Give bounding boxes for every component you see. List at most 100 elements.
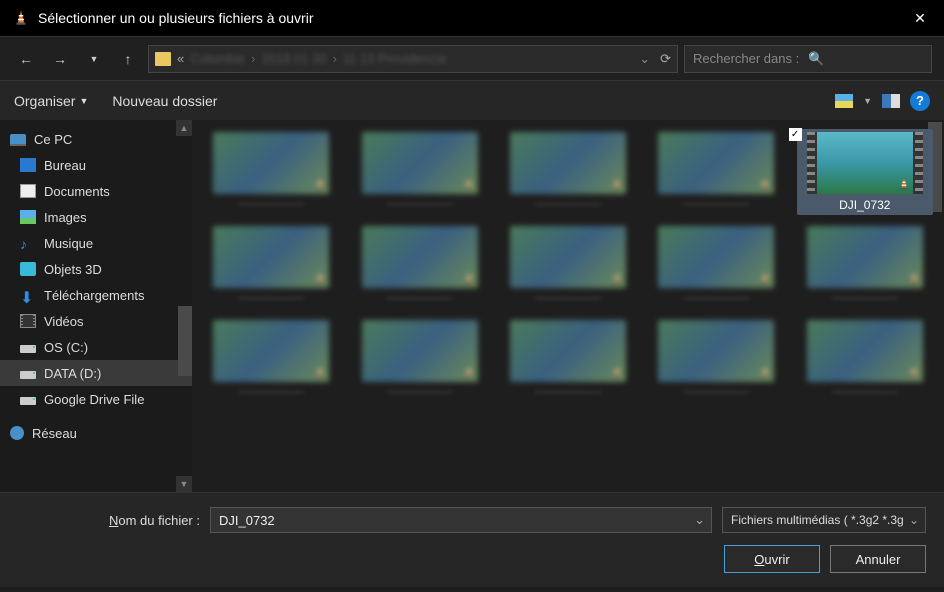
vlc-badge-icon [610, 270, 624, 286]
file-thumb[interactable]: —————— [651, 320, 781, 400]
breadcrumb[interactable]: « Colombie › 2018 01 30 › 11 13 Providen… [148, 45, 678, 73]
help-button[interactable]: ? [910, 91, 930, 111]
search-input[interactable]: Rechercher dans : 🔍 [684, 45, 932, 73]
vlc-badge-icon [313, 270, 327, 286]
file-thumb[interactable]: —————— [651, 132, 781, 212]
file-thumb[interactable]: —————— [503, 320, 633, 400]
sidebar: ▲ Ce PC Bureau Documents Images ♪Musique… [0, 120, 192, 492]
vlc-badge-icon [758, 270, 772, 286]
download-icon: ⬇ [20, 288, 36, 302]
drive-icon [20, 371, 36, 379]
title-bar: Sélectionner un ou plusieurs fichiers à … [0, 0, 944, 36]
open-button[interactable]: Ouvrir [724, 545, 820, 573]
back-button[interactable]: ← [12, 45, 40, 73]
images-icon [20, 210, 36, 224]
file-thumb[interactable]: —————— [206, 132, 336, 212]
forward-button[interactable]: → [46, 45, 74, 73]
sidebar-item-osc[interactable]: OS (C:) [0, 334, 192, 360]
vlc-badge-icon [897, 176, 911, 192]
sidebar-root-pc[interactable]: Ce PC [0, 126, 192, 152]
music-icon: ♪ [20, 236, 36, 250]
close-button[interactable]: ✕ [900, 0, 940, 36]
sidebar-item-3d[interactable]: Objets 3D [0, 256, 192, 282]
chevron-down-icon[interactable]: ⌄ [905, 513, 919, 527]
up-button[interactable]: ↑ [114, 45, 142, 73]
sidebar-item-data[interactable]: DATA (D:) [0, 360, 192, 386]
vlc-badge-icon [907, 270, 921, 286]
drive-icon [20, 397, 36, 405]
file-thumb[interactable]: —————— [206, 320, 336, 400]
filename-label: Nom du fichier : [100, 513, 200, 528]
document-icon [20, 184, 36, 198]
file-label: —————— [387, 198, 453, 212]
vlc-badge-icon [907, 364, 921, 380]
sidebar-item-gdrive[interactable]: Google Drive File [0, 386, 192, 412]
chevron-down-icon[interactable]: ⌄ [694, 512, 705, 528]
organize-button[interactable]: Organiser ▼ [14, 93, 88, 109]
pc-icon [10, 134, 26, 144]
vlc-badge-icon [758, 176, 772, 192]
video-icon [20, 314, 36, 328]
file-label: —————— [832, 292, 898, 306]
drive-icon [20, 345, 36, 353]
vlc-badge-icon [313, 364, 327, 380]
file-thumb[interactable]: —————— [503, 226, 633, 306]
vlc-badge-icon [610, 364, 624, 380]
sidebar-scrollbar[interactable] [178, 306, 192, 376]
scroll-down[interactable]: ▼ [176, 476, 192, 492]
sidebar-item-videos[interactable]: Vidéos [0, 308, 192, 334]
filename-input[interactable]: DJI_0732 ⌄ [210, 507, 712, 533]
desktop-icon [20, 158, 36, 172]
file-thumb[interactable]: —————— [354, 320, 484, 400]
recent-dropdown[interactable]: ▼ [80, 45, 108, 73]
chevron-down-icon[interactable]: ⌄ [639, 51, 650, 67]
file-thumb[interactable]: —————— [354, 132, 484, 212]
file-thumb[interactable]: —————— [800, 320, 930, 400]
file-thumb[interactable]: ✓DJI_0732 [797, 129, 933, 215]
search-icon: 🔍 [808, 51, 923, 67]
file-label: —————— [238, 198, 304, 212]
view-mode-button[interactable] [835, 94, 853, 108]
refresh-button[interactable]: ⟳ [660, 51, 671, 67]
vlc-badge-icon [462, 270, 476, 286]
file-label: —————— [535, 198, 601, 212]
file-label: —————— [238, 386, 304, 400]
file-label: —————— [535, 386, 601, 400]
vlc-icon [12, 9, 30, 27]
file-label: —————— [683, 292, 749, 306]
sidebar-item-images[interactable]: Images [0, 204, 192, 230]
file-label: —————— [387, 386, 453, 400]
file-thumb[interactable]: —————— [651, 226, 781, 306]
sidebar-item-documents[interactable]: Documents [0, 178, 192, 204]
preview-pane-button[interactable] [882, 94, 900, 108]
new-folder-button[interactable]: Nouveau dossier [112, 93, 217, 109]
sidebar-item-musique[interactable]: ♪Musique [0, 230, 192, 256]
nav-bar: ← → ▼ ↑ « Colombie › 2018 01 30 › 11 13 … [0, 36, 944, 80]
vlc-badge-icon [462, 364, 476, 380]
network-icon [10, 426, 24, 440]
sidebar-item-network[interactable]: Réseau [0, 420, 192, 446]
file-thumb[interactable]: —————— [503, 132, 633, 212]
scroll-up[interactable]: ▲ [176, 120, 192, 136]
file-label: —————— [832, 386, 898, 400]
file-label: DJI_0732 [839, 198, 890, 212]
file-label: —————— [535, 292, 601, 306]
file-label: —————— [238, 292, 304, 306]
footer: Nom du fichier : DJI_0732 ⌄ Fichiers mul… [0, 492, 944, 587]
file-grid: ————————————————————————✓DJI_0732———————… [192, 120, 944, 492]
file-thumb[interactable]: —————— [354, 226, 484, 306]
file-thumb[interactable]: —————— [206, 226, 336, 306]
file-label: —————— [683, 386, 749, 400]
cube-icon [20, 262, 36, 276]
cancel-button[interactable]: Annuler [830, 545, 926, 573]
file-thumb[interactable]: —————— [800, 226, 930, 306]
toolbar: Organiser ▼ Nouveau dossier ▼ ? [0, 80, 944, 120]
filetype-select[interactable]: Fichiers multimédias ( *.3g2 *.3g ⌄ [722, 507, 926, 533]
vlc-badge-icon [313, 176, 327, 192]
sidebar-item-downloads[interactable]: ⬇Téléchargements [0, 282, 192, 308]
vlc-badge-icon [758, 364, 772, 380]
sidebar-item-bureau[interactable]: Bureau [0, 152, 192, 178]
checkbox-icon[interactable]: ✓ [789, 128, 802, 141]
file-label: —————— [683, 198, 749, 212]
view-dropdown[interactable]: ▼ [863, 96, 872, 106]
